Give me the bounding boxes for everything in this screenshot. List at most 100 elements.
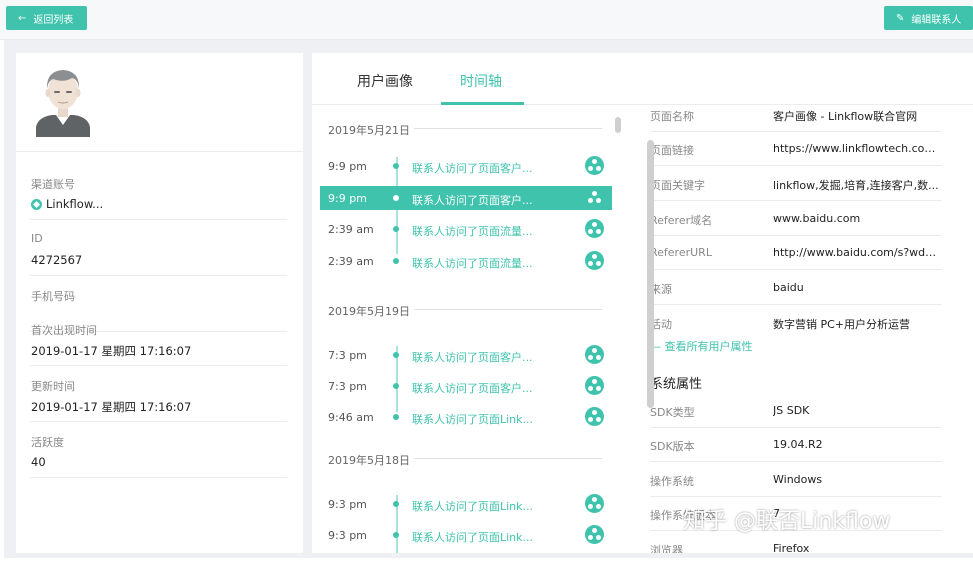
timeline-date: 2019年5月19日	[328, 305, 410, 318]
property-value: https://www.linkflowtech.com...	[773, 142, 943, 155]
date-divider	[414, 128, 602, 129]
property-row: 浏览器 Firefox	[650, 532, 942, 553]
event-time: 9:3 pm	[328, 498, 367, 511]
timeline-date: 2019年5月21日	[328, 124, 410, 137]
field-channel-account: 渠道账号 Linkflow...	[30, 165, 287, 220]
property-key: SDK版本	[650, 440, 695, 453]
event-time: 9:3 pm	[328, 529, 367, 542]
field-activity: 活跃度 40	[30, 423, 287, 478]
edit-contact-label: 编辑联系人	[911, 14, 962, 26]
property-value: JS SDK	[773, 404, 810, 417]
field-updated: 更新时间 2019-01-17 星期四 17:16:07	[30, 367, 287, 422]
timeline-event[interactable]: 9:46 am 联系人访问了页面Link...	[320, 405, 612, 429]
back-to-list-label: 返回列表	[33, 14, 74, 26]
property-key: 浏览器	[650, 544, 683, 553]
field-id: ID 4272567	[30, 221, 287, 276]
timeline-event[interactable]: 9:3 pm 联系人访问了页面Link...	[320, 523, 612, 547]
event-properties: 页面名称 客户画像 - Linkflow联合官网 页面链接 https://ww…	[638, 106, 973, 553]
property-key: 页面链接	[650, 144, 694, 157]
event-type-icon	[585, 219, 604, 238]
arrow-left-icon: ←	[18, 12, 27, 24]
property-key: Referer域名	[650, 214, 713, 227]
event-text: 联系人访问了页面客户...	[412, 162, 533, 175]
property-row: 页面关键字 linkflow,发掘,培育,连接客户,数...	[650, 167, 942, 201]
avatar	[36, 70, 90, 137]
timeline-event[interactable]: 2:39 am 联系人访问了页面流量...	[320, 249, 612, 273]
system-properties-title: 系统属性	[650, 377, 703, 392]
property-value: http://www.baidu.com/s?wd=...	[773, 246, 943, 259]
timeline-dot	[393, 195, 399, 201]
event-type-icon	[585, 251, 604, 270]
field-value: 4272567	[31, 253, 83, 267]
timeline-dot	[393, 258, 399, 264]
timeline-dot	[393, 501, 399, 507]
property-key: SDK类型	[650, 406, 695, 419]
field-label: ID	[31, 232, 43, 245]
view-all-properties-link[interactable]: — 查看所有用户属性	[650, 338, 753, 354]
field-label: 更新时间	[31, 380, 75, 393]
event-time: 9:9 pm	[328, 160, 367, 173]
event-type-icon	[585, 345, 604, 364]
linkflow-logo-icon	[31, 198, 42, 210]
field-value: 2019-01-17 星期四 17:16:07	[31, 400, 192, 414]
event-text: 联系人访问了页面Link...	[412, 531, 534, 544]
field-value: Linkflow...	[31, 197, 103, 211]
event-type-icon	[585, 407, 604, 426]
property-row: 页面名称 客户画像 - Linkflow联合官网	[650, 106, 942, 132]
event-time: 9:46 am	[328, 411, 374, 424]
date-divider	[414, 309, 602, 310]
property-value: 数字营销 PC+用户分析运营	[773, 318, 911, 331]
property-value: baidu	[773, 281, 804, 294]
event-time: 2:39 am	[328, 255, 374, 268]
tab-user-profile[interactable]: 用户画像	[357, 71, 413, 91]
event-type-icon	[585, 525, 604, 544]
event-type-icon	[585, 188, 604, 207]
timeline-event[interactable]: 7:3 pm 联系人访问了页面客户...	[320, 374, 612, 398]
property-row: 操作系统 Windows	[650, 463, 942, 497]
timeline-event-selected[interactable]: 9:9 pm 联系人访问了页面客户...	[320, 186, 612, 210]
property-row: 来源 baidu	[650, 271, 942, 305]
property-value: 19.04.R2	[773, 438, 823, 451]
field-first-seen: 首次出现时间 2019-01-17 星期四 17:16:07	[30, 311, 287, 366]
tab-bar: 用户画像 时间轴	[312, 53, 973, 105]
timeline-list[interactable]: 2019年5月21日 9:9 pm 联系人访问了页面客户... 9:9 pm 联…	[312, 106, 613, 553]
back-to-list-button[interactable]: ← 返回列表	[6, 6, 87, 30]
watermark: 知乎 @联否Linkflow	[683, 509, 891, 534]
timeline-event[interactable]: 7:3 pm 联系人访问了页面客户...	[320, 343, 612, 367]
property-value: Windows	[773, 473, 823, 486]
event-text: 联系人访问了页面Link...	[412, 413, 534, 426]
timeline-dot	[393, 532, 399, 538]
edit-contact-button[interactable]: ✎ 编辑联系人	[884, 6, 973, 30]
event-time: 7:3 pm	[328, 380, 367, 393]
timeline-scrollbar[interactable]	[615, 117, 621, 133]
property-row: 活动 数字营销 PC+用户分析运营	[650, 306, 942, 340]
property-key: 操作系统	[650, 475, 694, 488]
timeline-event[interactable]: 2:39 am 联系人访问了页面流量...	[320, 217, 612, 241]
field-value: 40	[31, 455, 46, 469]
event-text: 联系人访问了页面客户...	[412, 351, 533, 364]
property-row: 页面链接 https://www.linkflowtech.com...	[650, 132, 943, 166]
property-value: Firefox	[773, 542, 810, 553]
timeline-event[interactable]: 9:3 pm 联系人访问了页面Link...	[320, 492, 612, 516]
detail-card: 用户画像 时间轴 2019年5月21日 9:9 pm 联系人访问了页面客户...…	[312, 53, 973, 553]
event-text: 联系人访问了页面流量...	[412, 257, 533, 270]
field-label: 活跃度	[31, 436, 64, 449]
field-label: 渠道账号	[31, 178, 75, 191]
property-value: 客户画像 - Linkflow联合官网	[773, 110, 918, 123]
tab-timeline[interactable]: 时间轴	[460, 71, 502, 91]
property-row: RefererURL http://www.baidu.com/s?wd=...	[650, 236, 943, 270]
timeline-event[interactable]: 9:9 pm 联系人访问了页面客户...	[320, 154, 612, 178]
field-value: 2019-01-17 星期四 17:16:07	[31, 344, 192, 358]
property-key: 页面名称	[650, 110, 694, 123]
property-row: Referer域名 www.baidu.com	[650, 202, 942, 236]
event-text: 联系人访问了页面流量...	[412, 225, 533, 238]
timeline-dot	[393, 414, 399, 420]
timeline-dot	[393, 163, 399, 169]
property-key: RefererURL	[650, 246, 712, 259]
timeline-dot	[393, 226, 399, 232]
properties-scrollbar[interactable]	[647, 140, 654, 408]
active-tab-indicator	[441, 102, 524, 105]
property-value: www.baidu.com	[773, 212, 861, 225]
event-type-icon	[585, 376, 604, 395]
event-text: 联系人访问了页面客户...	[412, 382, 533, 395]
